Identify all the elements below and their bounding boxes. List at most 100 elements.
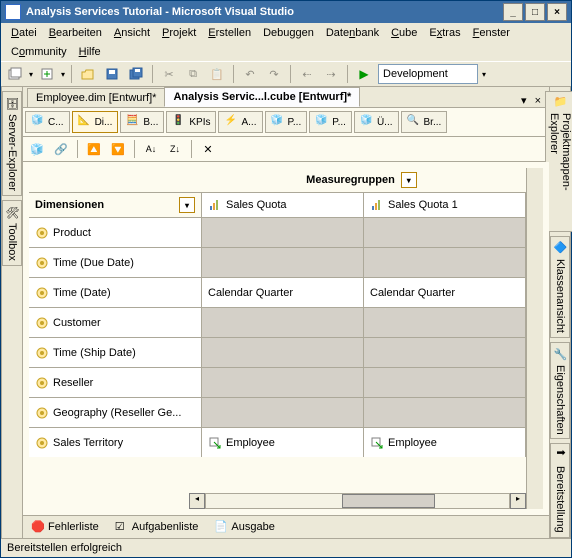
open-button[interactable] — [78, 64, 98, 84]
tab-calculations[interactable]: 🧮B... — [120, 111, 164, 133]
save-all-button[interactable] — [126, 64, 146, 84]
tab-browser[interactable]: 🔍Br... — [401, 111, 448, 133]
col-sales-quota-1[interactable]: Sales Quota 1 — [388, 199, 458, 211]
start-button[interactable]: ▶ — [354, 64, 374, 84]
measure-cell[interactable] — [364, 367, 526, 397]
copy-button[interactable]: ⧉ — [183, 64, 203, 84]
scroll-right-button[interactable]: ▸ — [510, 493, 526, 509]
menu-edit[interactable]: Bearbeiten — [43, 25, 108, 41]
class-view-tab[interactable]: 🔷Klassenansicht — [550, 236, 570, 338]
tab-close-button[interactable]: × — [531, 95, 545, 107]
h-scrollbar-track[interactable] — [205, 493, 510, 509]
persp-icon: 🧊 — [315, 115, 329, 129]
nav-fwd-button[interactable]: ⇢ — [321, 64, 341, 84]
tab-kpis[interactable]: 🚦KPIs — [166, 111, 216, 133]
solution-explorer-tab[interactable]: 📁Projektmappen-Explorer — [545, 91, 572, 232]
sort-desc-button[interactable]: 🔽 — [108, 139, 128, 159]
server-explorer-tab[interactable]: 🗄Server-Explorer — [2, 91, 22, 196]
dim-cell[interactable]: Geography (Reseller Ge... — [29, 397, 202, 427]
measure-cell[interactable]: Employee — [364, 427, 526, 457]
dropdown-arrow-icon[interactable]: ▾ — [29, 70, 33, 79]
v-scrollbar[interactable] — [526, 168, 543, 509]
dim-cell[interactable]: Product — [29, 217, 202, 247]
measure-cell[interactable] — [202, 397, 364, 427]
tab-dimension-usage[interactable]: 📐Di... — [72, 111, 119, 133]
mg-filter-button[interactable]: ▾ — [401, 172, 417, 188]
measure-cell[interactable] — [364, 307, 526, 337]
add-item-button[interactable] — [37, 64, 57, 84]
tab-task-list[interactable]: ☑Aufgabenliste — [111, 518, 203, 536]
measure-cell[interactable] — [364, 217, 526, 247]
toolbox-tab[interactable]: 🛠Toolbox — [2, 200, 22, 266]
measure-cell[interactable]: Calendar Quarter — [202, 277, 364, 307]
tab-cube[interactable]: Analysis Servic...l.cube [Entwurf]* — [164, 87, 360, 107]
measure-cell[interactable] — [202, 337, 364, 367]
tab-scroll-icon[interactable]: ▾ — [517, 94, 531, 107]
menu-window[interactable]: Fenster — [467, 25, 516, 41]
undo-button[interactable]: ↶ — [240, 64, 260, 84]
dim-cell[interactable]: Time (Due Date) — [29, 247, 202, 277]
new-project-button[interactable] — [5, 64, 25, 84]
tab-partitions[interactable]: 🧊P... — [265, 111, 308, 133]
measure-cell[interactable] — [364, 247, 526, 277]
sort-za-button[interactable]: Z↓ — [165, 139, 185, 159]
measure-cell[interactable] — [364, 337, 526, 367]
menu-project[interactable]: Projekt — [156, 25, 202, 41]
tab-translations[interactable]: 🧊Ü... — [354, 111, 399, 133]
menu-debug[interactable]: Debuggen — [257, 25, 320, 41]
dim-cell[interactable]: Reseller — [29, 367, 202, 397]
dropdown-arrow-icon[interactable]: ▾ — [61, 70, 65, 79]
sort-asc-button[interactable]: 🔼 — [84, 139, 104, 159]
menu-extras[interactable]: Extras — [423, 25, 466, 41]
menu-help[interactable]: Hilfe — [73, 44, 107, 60]
menu-community[interactable]: Community — [5, 44, 73, 60]
dim-cell[interactable]: Time (Date) — [29, 277, 202, 307]
new-linked-button[interactable]: 🔗 — [51, 139, 71, 159]
rail-label: Eigenschaften — [554, 365, 566, 435]
measure-cell[interactable] — [202, 217, 364, 247]
tab-perspectives[interactable]: 🧊P... — [309, 111, 352, 133]
dropdown-arrow-icon[interactable]: ▾ — [482, 70, 486, 79]
save-button[interactable] — [102, 64, 122, 84]
redo-button[interactable]: ↷ — [264, 64, 284, 84]
tab-label: P... — [332, 117, 346, 128]
menu-build[interactable]: Erstellen — [202, 25, 257, 41]
measure-cell[interactable] — [202, 247, 364, 277]
dim-cell[interactable]: Sales Territory — [29, 427, 202, 457]
deployment-tab[interactable]: ⬆Bereitstellung — [550, 443, 570, 538]
properties-tab[interactable]: 🔧Eigenschaften — [550, 342, 570, 440]
tab-employee-dim[interactable]: Employee.dim [Entwurf]* — [27, 88, 165, 107]
h-scrollbar-thumb[interactable] — [342, 494, 435, 508]
add-cube-dim-button[interactable]: 🧊 — [27, 139, 47, 159]
tab-actions[interactable]: ⚡A... — [218, 111, 262, 133]
scroll-left-button[interactable]: ◂ — [189, 493, 205, 509]
menu-view[interactable]: Ansicht — [108, 25, 156, 41]
minimize-button[interactable]: _ — [503, 3, 523, 21]
col-sales-quota[interactable]: Sales Quota — [226, 199, 287, 211]
referenced-icon — [208, 436, 222, 450]
measure-cell[interactable] — [202, 367, 364, 397]
tab-cube-structure[interactable]: 🧊C... — [25, 111, 70, 133]
tab-label: Analysis Servic...l.cube [Entwurf]* — [173, 91, 351, 103]
tab-error-list[interactable]: 🛑Fehlerliste — [27, 518, 103, 536]
cut-button[interactable]: ✂ — [159, 64, 179, 84]
measure-cell[interactable]: Employee — [202, 427, 364, 457]
measure-cell[interactable]: Calendar Quarter — [364, 277, 526, 307]
delete-button[interactable]: ✕ — [198, 139, 218, 159]
dim-cell[interactable]: Time (Ship Date) — [29, 337, 202, 367]
nav-back-button[interactable]: ⇠ — [297, 64, 317, 84]
maximize-button[interactable]: □ — [525, 3, 545, 21]
measure-cell[interactable] — [202, 307, 364, 337]
dim-filter-button[interactable]: ▾ — [179, 197, 195, 213]
menu-database[interactable]: Datenbank — [320, 25, 385, 41]
tab-output[interactable]: 📄Ausgabe — [210, 518, 278, 536]
config-dropdown[interactable]: Development — [378, 64, 478, 84]
menu-cube[interactable]: Cube — [385, 25, 423, 41]
menu-file[interactable]: Datei — [5, 25, 43, 41]
close-button[interactable]: × — [547, 3, 567, 21]
sort-az-button[interactable]: A↓ — [141, 139, 161, 159]
dim-cell[interactable]: Customer — [29, 307, 202, 337]
solution-icon: 📁 — [553, 96, 567, 109]
measure-cell[interactable] — [364, 397, 526, 427]
paste-button[interactable]: 📋 — [207, 64, 227, 84]
